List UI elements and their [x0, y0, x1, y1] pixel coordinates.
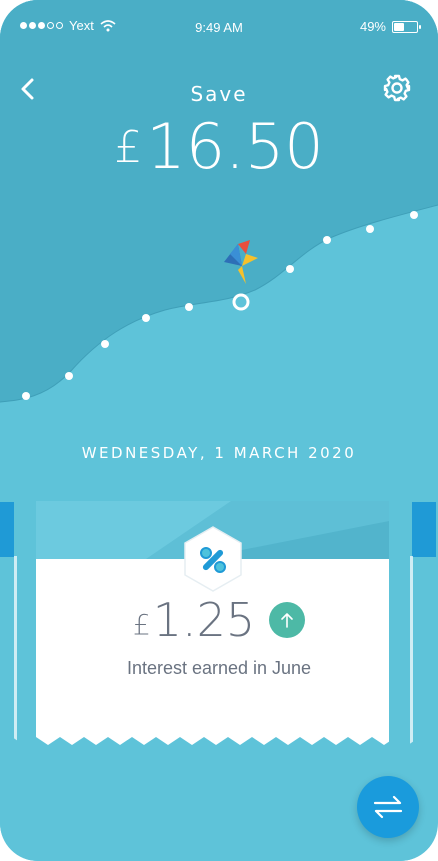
- interest-row: £1.25: [0, 593, 438, 647]
- left-card-edge[interactable]: [0, 502, 14, 557]
- savings-amount: £16.50: [0, 110, 438, 183]
- graph-point: [142, 314, 150, 322]
- savings-graph: [0, 0, 438, 520]
- status-bar: Yext 9:49 AM 49%: [0, 0, 438, 52]
- graph-point: [286, 265, 294, 273]
- left-divider: [14, 556, 17, 746]
- right-divider: [410, 556, 413, 746]
- graph-point: [366, 225, 374, 233]
- graph-point: [410, 211, 418, 219]
- battery-info: 49%: [359, 19, 421, 34]
- graph-point: [22, 392, 30, 400]
- interest-currency: £: [132, 608, 151, 641]
- arrow-up-icon: [269, 602, 306, 638]
- date-label: WEDNESDAY, 1 MARCH 2020: [81, 444, 357, 462]
- gear-icon[interactable]: [382, 73, 412, 103]
- graph-point: [323, 236, 331, 244]
- graph-current-point: [232, 293, 250, 311]
- graph-point: [185, 303, 193, 311]
- battery-icon: [392, 20, 421, 33]
- transfer-button[interactable]: [357, 776, 419, 838]
- amount-value: 16.50: [146, 110, 324, 183]
- transfer-arrows-icon: [373, 795, 403, 819]
- percent-badge: [184, 526, 242, 592]
- interest-value: 1.25: [152, 593, 256, 647]
- graph-point: [101, 340, 109, 348]
- page-title: Save: [190, 82, 248, 106]
- amount-currency: £: [114, 122, 143, 173]
- battery-percent: 49%: [359, 19, 386, 34]
- interest-caption: Interest earned in June: [126, 658, 312, 678]
- interest-amount: £1.25: [133, 593, 255, 647]
- right-card-edge[interactable]: [412, 502, 436, 557]
- graph-point: [65, 372, 73, 380]
- phone-screen: Yext 9:49 AM 49% Save £16.50 WEDNESDAY,: [0, 0, 438, 861]
